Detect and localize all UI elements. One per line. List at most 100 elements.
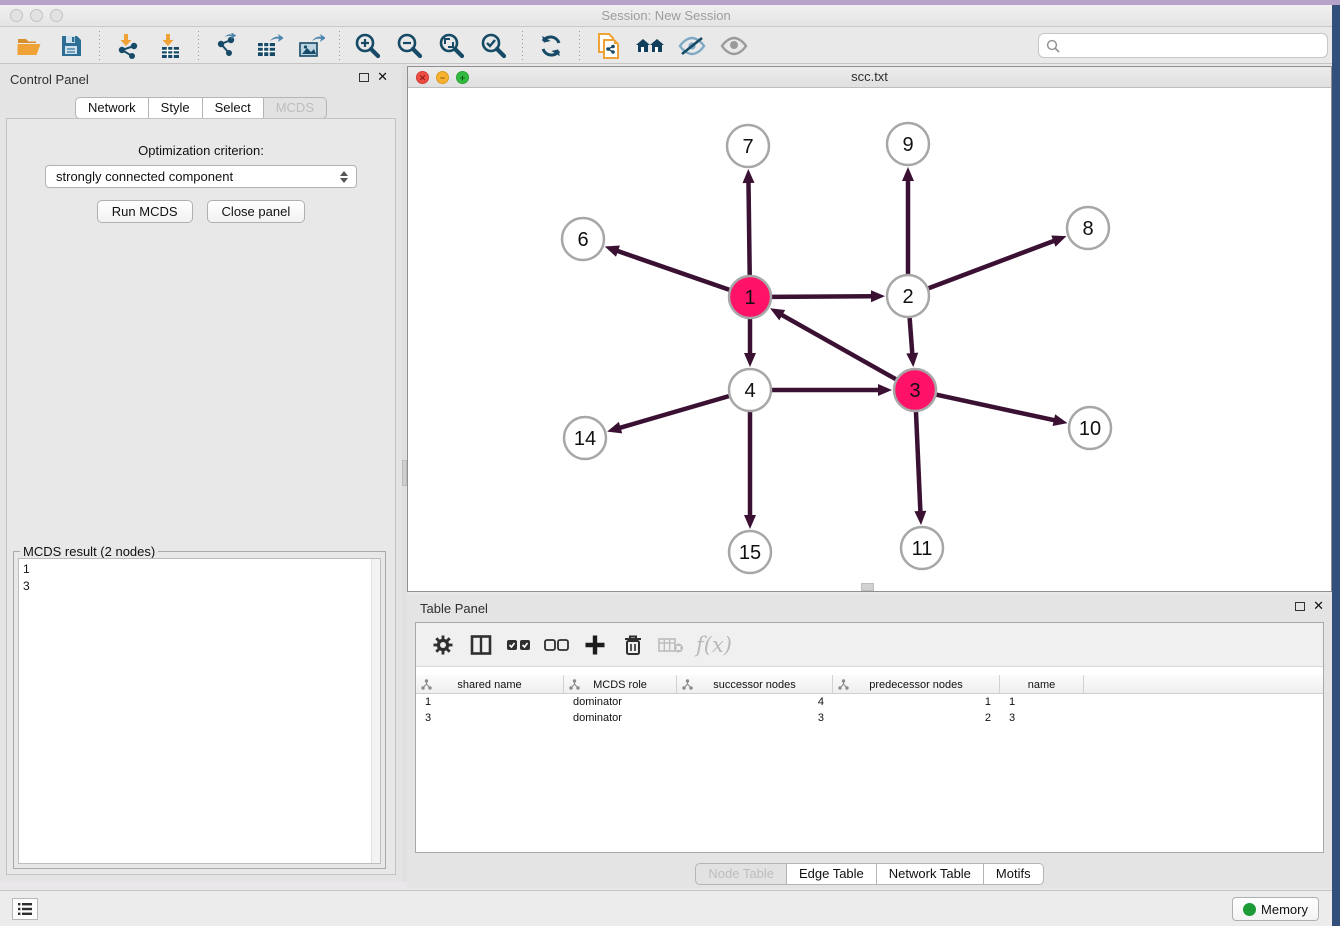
control-panel: Control Panel ✕ NetworkStyleSelectMCDS O…	[0, 64, 402, 882]
cell-predecessor-nodes[interactable]: 1	[833, 695, 1000, 711]
column-header-successor-nodes[interactable]: successor nodes	[677, 675, 833, 694]
cell-predecessor-nodes[interactable]: 2	[833, 711, 1000, 727]
app-titlebar: Session: New Session	[0, 5, 1332, 27]
tab-node-table[interactable]: Node Table	[695, 863, 787, 885]
split-columns-icon[interactable]	[466, 630, 496, 660]
network-canvas[interactable]: 7 9 6 8 1 2 4 3 14 10 15 11	[408, 88, 1331, 591]
zoom-in-icon[interactable]	[352, 31, 384, 61]
cell-successor-nodes[interactable]: 3	[677, 711, 833, 727]
result-scrollbar[interactable]	[371, 559, 380, 863]
import-table-icon[interactable]	[154, 31, 186, 61]
float-table-panel-icon[interactable]	[1295, 602, 1305, 611]
cell-mcds-role[interactable]: dominator	[564, 711, 677, 727]
window-minimize-button[interactable]	[30, 9, 43, 22]
node-8[interactable]: 8	[1067, 207, 1109, 249]
cell-shared-name[interactable]: 1	[416, 695, 564, 711]
close-panel-button[interactable]: Close panel	[207, 200, 306, 223]
edge-4-14[interactable]	[620, 396, 729, 428]
zoom-out-icon[interactable]	[394, 31, 426, 61]
node-4[interactable]: 4	[729, 369, 771, 411]
cell-shared-name[interactable]: 3	[416, 711, 564, 727]
node-1[interactable]: 1	[729, 276, 771, 318]
edge-3-1[interactable]	[781, 315, 895, 380]
window-close-button[interactable]	[10, 9, 23, 22]
cell-mcds-role[interactable]: dominator	[564, 695, 677, 711]
svg-text:4: 4	[744, 380, 755, 402]
network-maximize-button[interactable]: +	[456, 71, 469, 84]
delete-table-icon[interactable]	[656, 630, 686, 660]
table-row[interactable]: 1dominator411	[416, 695, 1323, 711]
tab-motifs[interactable]: Motifs	[984, 863, 1044, 885]
save-session-icon[interactable]	[55, 31, 87, 61]
node-10[interactable]: 10	[1069, 407, 1111, 449]
edge-3-10[interactable]	[936, 395, 1054, 421]
window-zoom-button[interactable]	[50, 9, 63, 22]
node-3[interactable]: 3	[894, 369, 936, 411]
table-settings-gear-icon[interactable]	[428, 630, 458, 660]
arrowhead-2-9	[902, 167, 914, 181]
close-table-panel-icon[interactable]: ✕	[1313, 601, 1324, 611]
deselect-all-columns-icon[interactable]	[542, 630, 572, 660]
two-houses-icon[interactable]	[634, 31, 666, 61]
task-history-button[interactable]	[12, 898, 38, 920]
copy-network-icon[interactable]	[592, 31, 624, 61]
svg-text:6: 6	[577, 229, 588, 251]
edge-3-11[interactable]	[916, 412, 920, 512]
hide-selected-icon[interactable]	[676, 31, 708, 61]
network-minimize-button[interactable]: −	[436, 71, 449, 84]
open-file-icon[interactable]	[13, 31, 45, 61]
node-7[interactable]: 7	[727, 125, 769, 167]
tab-select[interactable]: Select	[203, 97, 264, 119]
import-network-icon[interactable]	[112, 31, 144, 61]
memory-button[interactable]: Memory	[1232, 897, 1319, 921]
add-column-icon[interactable]	[580, 630, 610, 660]
show-all-icon[interactable]	[718, 31, 750, 61]
tab-style[interactable]: Style	[149, 97, 203, 119]
search-input[interactable]	[1038, 33, 1328, 58]
node-14[interactable]: 14	[564, 417, 606, 459]
column-header-shared-name[interactable]: shared name	[416, 675, 564, 694]
table-rows: 1dominator4113dominator323	[416, 695, 1323, 727]
cell-successor-nodes[interactable]: 4	[677, 695, 833, 711]
network-close-button[interactable]: ✕	[416, 71, 429, 84]
application-window: Session: New Session	[0, 0, 1340, 926]
close-panel-icon[interactable]: ✕	[377, 72, 388, 82]
node-11[interactable]: 11	[901, 527, 943, 569]
column-header-mcds-role[interactable]: MCDS role	[564, 675, 677, 694]
node-9[interactable]: 9	[887, 123, 929, 165]
tab-network-table[interactable]: Network Table	[877, 863, 984, 885]
function-builder-icon[interactable]: f(x)	[696, 633, 732, 657]
node-6[interactable]: 6	[562, 218, 604, 260]
tab-edge-table[interactable]: Edge Table	[787, 863, 877, 885]
tab-mcds[interactable]: MCDS	[264, 97, 327, 119]
edge-2-3[interactable]	[910, 318, 913, 354]
birdseye-toggle-grip[interactable]	[861, 583, 874, 591]
refresh-view-icon[interactable]	[535, 31, 567, 61]
export-network-icon[interactable]	[211, 31, 243, 61]
zoom-selected-icon[interactable]	[478, 31, 510, 61]
edge-1-7[interactable]	[748, 182, 749, 275]
edge-1-6[interactable]	[617, 251, 729, 290]
table-row[interactable]: 3dominator323	[416, 711, 1323, 727]
arrowhead-4-15	[744, 515, 756, 529]
delete-column-icon[interactable]	[618, 630, 648, 660]
zoom-fit-icon[interactable]	[436, 31, 468, 61]
float-panel-icon[interactable]	[359, 73, 369, 82]
edge-1-2[interactable]	[772, 296, 872, 297]
tab-network[interactable]: Network	[75, 97, 149, 119]
network-window-titlebar[interactable]: ✕ − + scc.txt	[408, 67, 1331, 88]
cell-name[interactable]: 3	[1000, 711, 1084, 727]
run-mcds-button[interactable]: Run MCDS	[97, 200, 193, 223]
mcds-result-text[interactable]: 1 3	[18, 558, 381, 864]
column-header-predecessor-nodes[interactable]: predecessor nodes	[833, 675, 1000, 694]
export-image-icon[interactable]	[295, 31, 327, 61]
node-2[interactable]: 2	[887, 275, 929, 317]
column-header-name[interactable]: name	[1000, 675, 1084, 694]
edge-2-8[interactable]	[929, 241, 1055, 289]
criterion-dropdown[interactable]: strongly connected component	[45, 165, 357, 188]
cell-name[interactable]: 1	[1000, 695, 1084, 711]
export-table-icon[interactable]	[253, 31, 285, 61]
node-15[interactable]: 15	[729, 531, 771, 573]
network-view-window: ✕ − + scc.txt 7 9 6 8 1 2 4 3 14 10 15 11	[407, 66, 1332, 592]
select-all-columns-icon[interactable]	[504, 630, 534, 660]
